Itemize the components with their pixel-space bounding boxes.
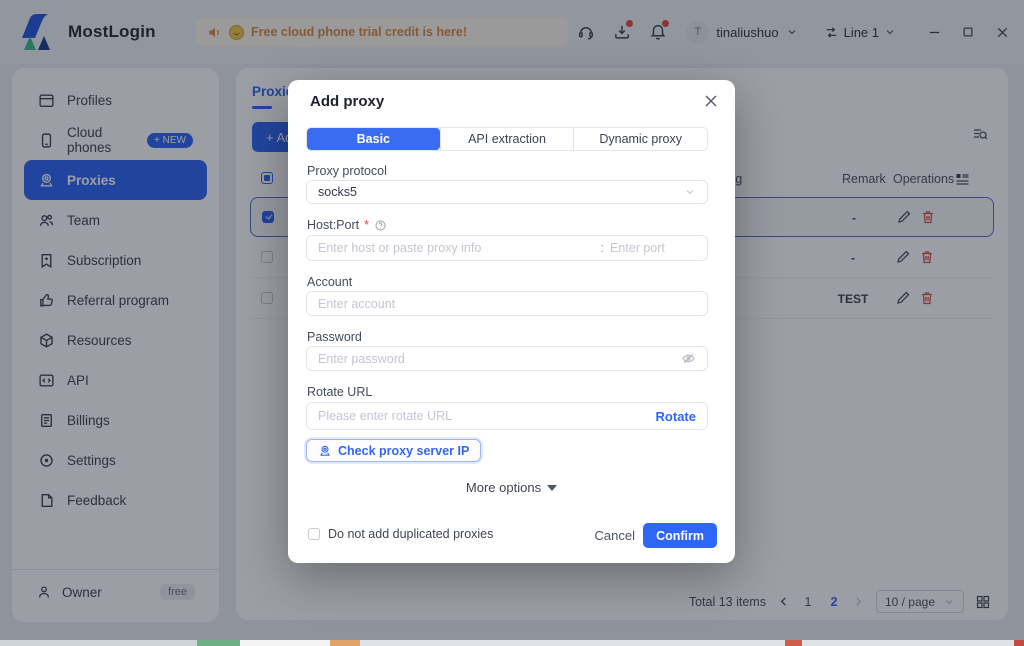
- account-field: [306, 291, 708, 316]
- dedupe-option[interactable]: Do not add duplicated proxies: [308, 527, 493, 541]
- dedupe-label: Do not add duplicated proxies: [328, 527, 494, 541]
- host-port-field: :: [306, 235, 708, 261]
- app-window: MostLogin Free cloud phone trial credit …: [0, 0, 1024, 646]
- tab-api-extraction[interactable]: API extraction: [439, 128, 574, 150]
- ip-location-icon: [320, 445, 330, 456]
- caret-down-icon: [547, 484, 558, 491]
- rotate-action-link[interactable]: Rotate: [656, 409, 696, 424]
- password-input[interactable]: [318, 351, 681, 366]
- more-options-toggle[interactable]: More options: [288, 480, 735, 495]
- check-proxy-ip-button[interactable]: Check proxy server IP: [306, 439, 482, 462]
- rotate-url-input[interactable]: [318, 409, 656, 423]
- protocol-value: socks5: [318, 185, 357, 199]
- dialog-footer: Do not add duplicated proxies Cancel Con…: [288, 523, 735, 549]
- account-input[interactable]: [318, 296, 696, 311]
- chevron-down-icon: [686, 190, 694, 195]
- password-field: [306, 346, 708, 371]
- confirm-button[interactable]: Confirm: [643, 523, 717, 548]
- host-port-separator: :: [600, 241, 604, 255]
- close-icon[interactable]: [703, 93, 719, 109]
- account-label: Account: [307, 275, 353, 289]
- required-asterisk: *: [364, 218, 369, 232]
- rotate-url-label: Rotate URL: [307, 385, 373, 399]
- desktop-taskbar-sliver: [0, 640, 1024, 646]
- tab-dynamic-proxy[interactable]: Dynamic proxy: [573, 128, 707, 150]
- protocol-select[interactable]: socks5: [306, 180, 708, 204]
- host-port-label: Host:Port *: [307, 218, 387, 232]
- add-proxy-dialog: Add proxy Basic API extraction Dynamic p…: [288, 80, 735, 563]
- help-icon[interactable]: [374, 219, 387, 232]
- cancel-button[interactable]: Cancel: [595, 528, 635, 543]
- eye-off-icon[interactable]: [681, 351, 696, 366]
- tab-basic[interactable]: Basic: [307, 128, 440, 150]
- port-input[interactable]: [610, 241, 696, 255]
- dedupe-checkbox[interactable]: [308, 528, 320, 540]
- protocol-label: Proxy protocol: [307, 164, 387, 178]
- host-input[interactable]: [318, 241, 595, 255]
- password-label: Password: [307, 330, 362, 344]
- rotate-url-field: Rotate: [306, 402, 708, 430]
- proxy-type-tabs: Basic API extraction Dynamic proxy: [306, 127, 708, 151]
- dialog-title: Add proxy: [310, 93, 385, 110]
